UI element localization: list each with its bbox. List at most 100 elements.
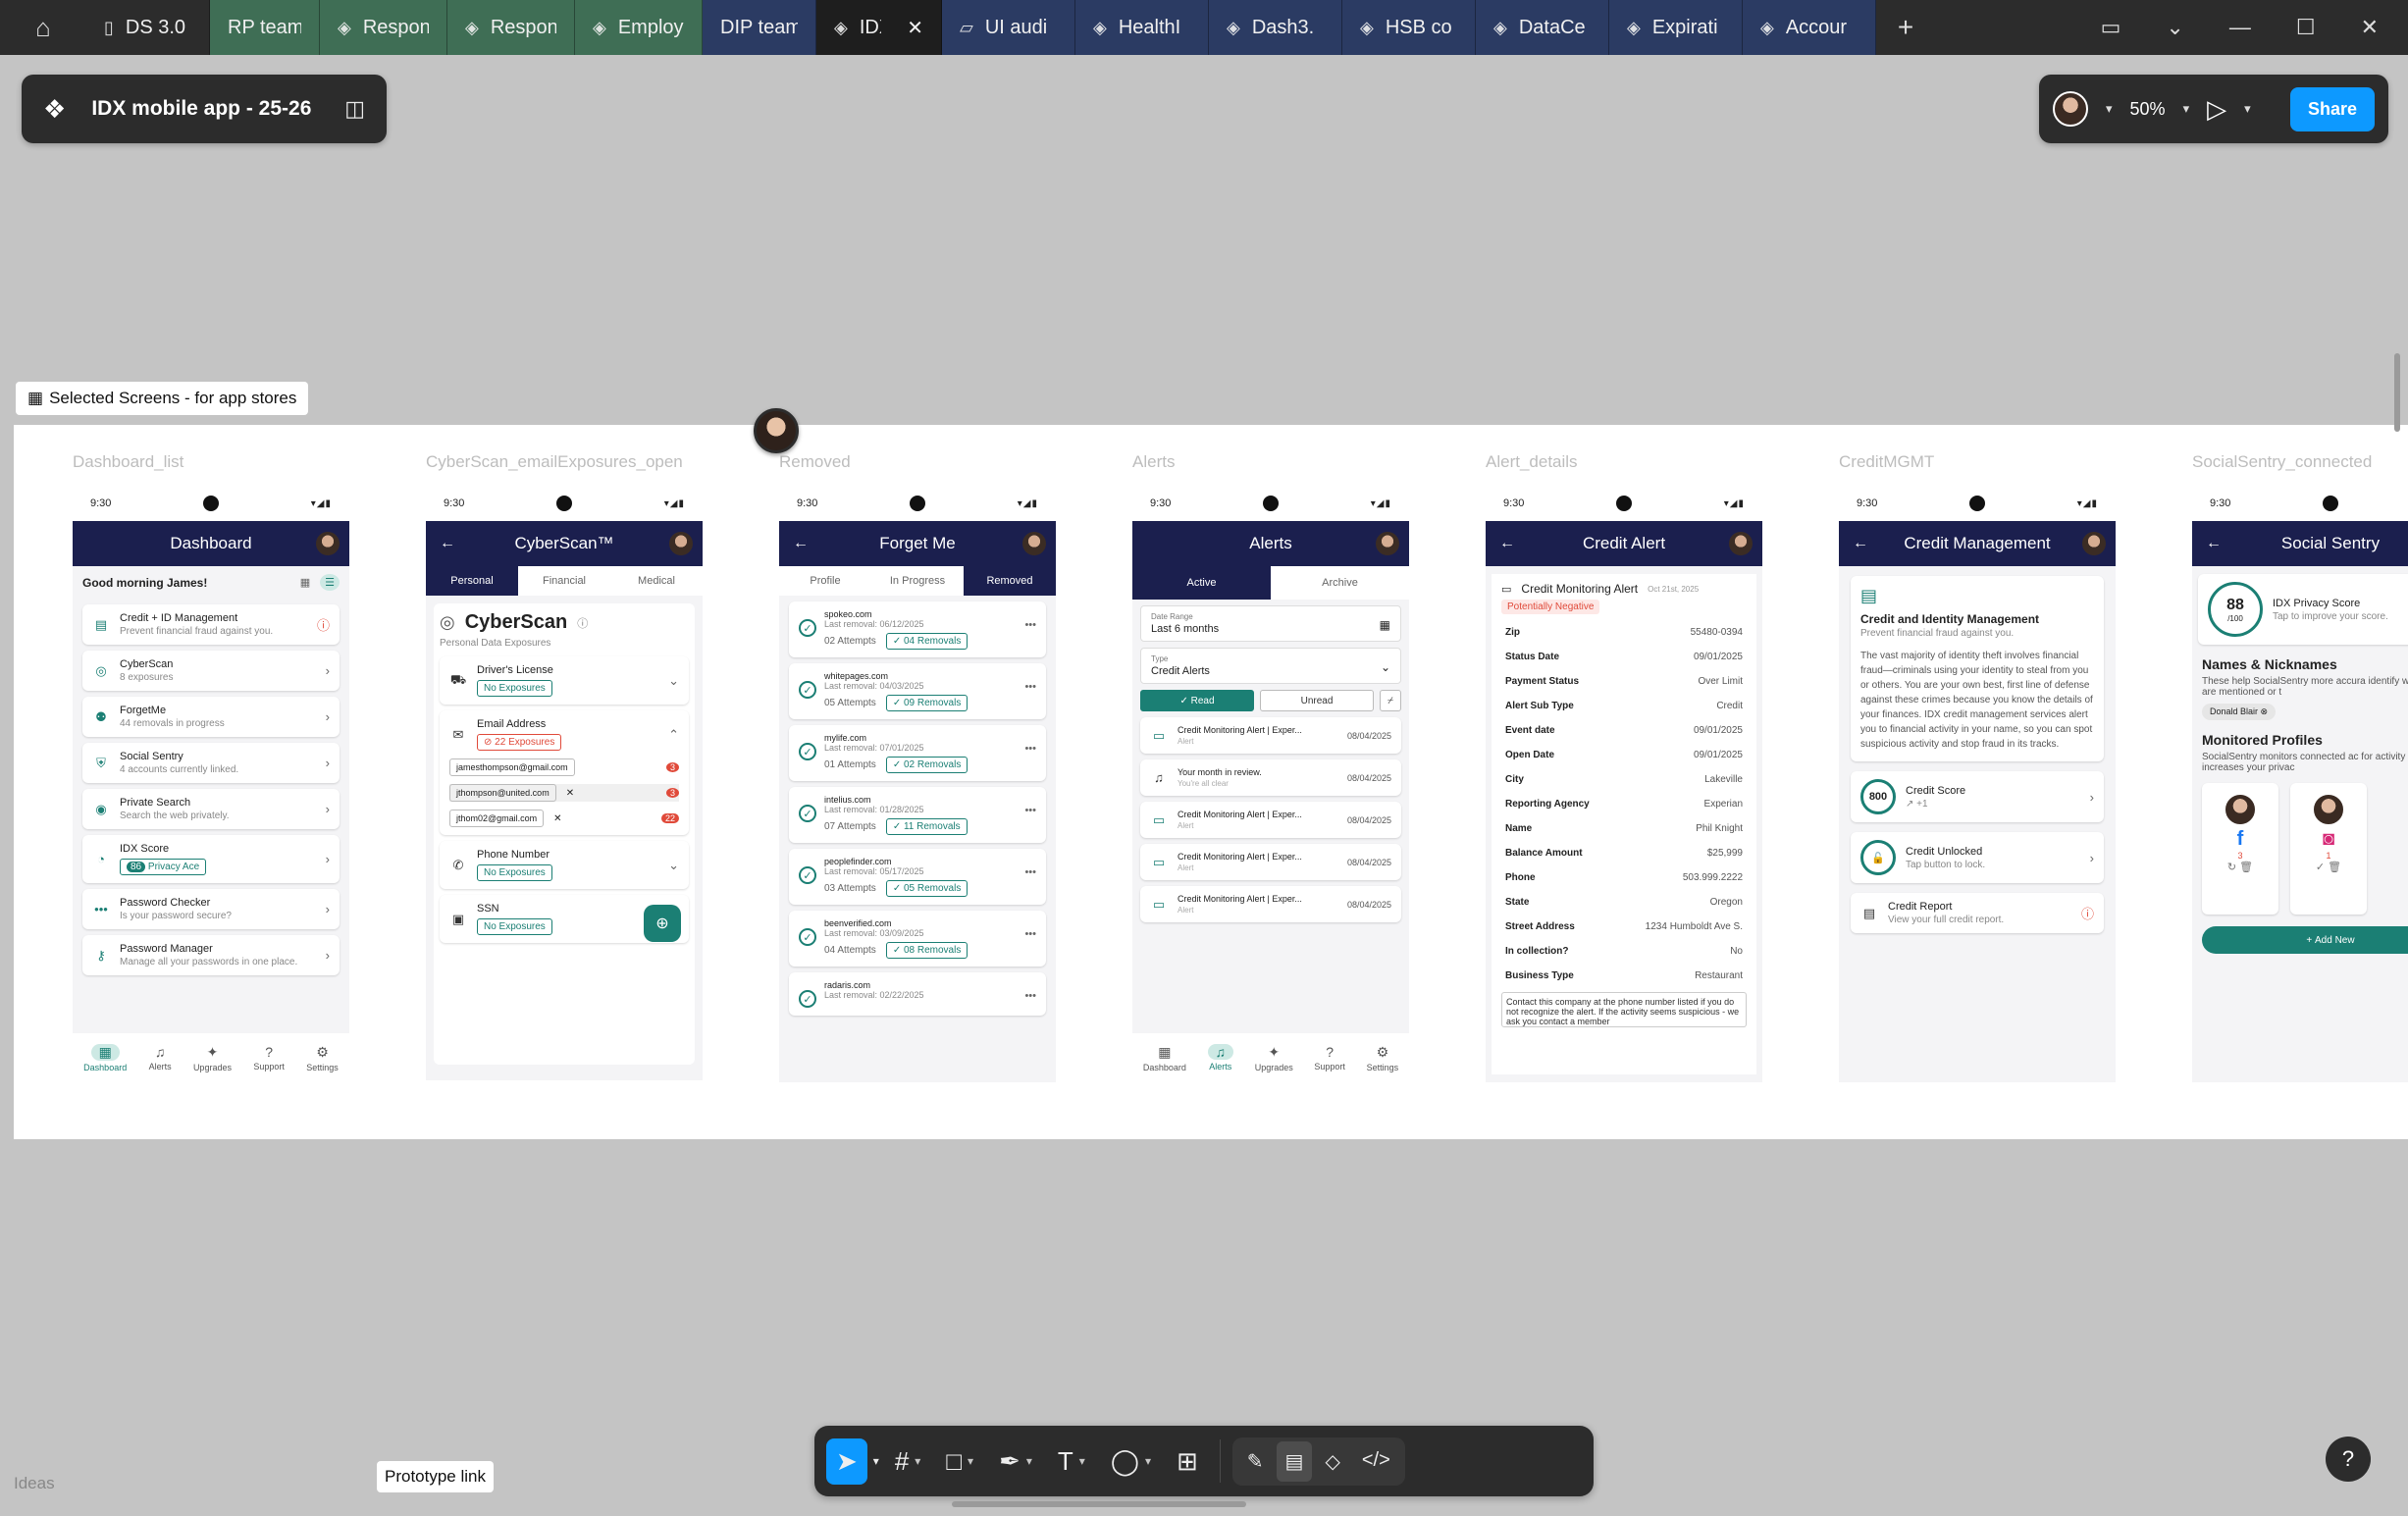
email-entry[interactable]: jthompson@united.com ✕ 3 xyxy=(449,784,679,802)
refresh-icon[interactable]: ↻ xyxy=(2227,862,2236,873)
tab-respon-1[interactable]: ◈ Respon xyxy=(320,0,447,55)
tab-hsb[interactable]: ◈ HSB co xyxy=(1342,0,1476,55)
alert-item[interactable]: ▭ Credit Monitoring Alert | Exper... Alert… xyxy=(1140,886,1401,922)
tab-rp-team[interactable]: RP team xyxy=(210,0,320,55)
maximize-icon[interactable]: ☐ xyxy=(2296,15,2316,40)
frame-title-dashboard[interactable]: Dashboard_list xyxy=(73,452,183,472)
shape-tool[interactable]: □ ▾ xyxy=(936,1438,983,1485)
dash-item-private-search[interactable]: ◉ Private Search Search the web privately.… xyxy=(82,789,340,829)
tab-active[interactable]: Active xyxy=(1132,566,1271,600)
frame-tool[interactable]: # ▾ xyxy=(885,1438,931,1485)
credit-report-card[interactable]: ▤ Credit Report View your full credit repo… xyxy=(1851,893,2104,933)
draw-mode-icon[interactable]: ✎ xyxy=(1238,1441,1273,1482)
privacy-score-card[interactable]: 88/100 IDX Privacy Score Tap to improve yo… xyxy=(2198,574,2408,645)
dash-item-idx-score[interactable]: ◔ IDX Score 86 Privacy Ace › xyxy=(82,835,340,883)
email-entry[interactable]: jamesthompson@gmail.com 3 xyxy=(449,758,679,776)
more-icon[interactable]: ••• xyxy=(1024,928,1036,940)
close-tab-icon[interactable]: ✕ xyxy=(907,16,923,40)
tab-expirati[interactable]: ◈ Expirati xyxy=(1609,0,1743,55)
more-icon[interactable]: ••• xyxy=(1024,866,1036,878)
avatar[interactable] xyxy=(1022,532,1046,555)
back-arrow-icon[interactable]: ← xyxy=(1499,535,1515,552)
text-tool[interactable]: T ▾ xyxy=(1048,1438,1095,1485)
tab-respon-2[interactable]: ◈ Respon xyxy=(447,0,575,55)
more-icon[interactable]: ••• xyxy=(1024,743,1036,755)
more-icon[interactable]: ••• xyxy=(1024,681,1036,693)
nav-settings[interactable]: ⚙ Settings xyxy=(1367,1044,1399,1072)
vertical-scrollbar[interactable] xyxy=(2394,353,2400,432)
more-icon[interactable]: ••• xyxy=(1024,805,1036,816)
facebook-profile-card[interactable]: f 3 ↻ 🗑 xyxy=(2202,783,2278,915)
frame-title-social[interactable]: SocialSentry_connected xyxy=(2192,452,2372,472)
phone-social-sentry[interactable]: 9:30▾◢▮ ←Social Sentry 88/100IDX Privacy… xyxy=(2192,486,2408,1082)
list-view-icon[interactable]: ☰ xyxy=(320,574,340,591)
removal-item[interactable]: ✓ peoplefinder.com Last removal: 05/17/202… xyxy=(789,849,1046,905)
close-icon[interactable]: ⊗ xyxy=(2261,706,2269,716)
phone-credit-mgmt[interactable]: 9:30 ▾◢▮ ← Credit Management ▤ Credit and … xyxy=(1839,486,2116,1082)
dash-item-credit[interactable]: ▤ Credit + ID Management Prevent financial… xyxy=(82,604,340,645)
credit-lock-card[interactable]: 🔓 Credit Unlocked Tap button to lock. › xyxy=(1851,832,2104,883)
instagram-profile-card[interactable]: ◙ 1 ✓ 🗑 xyxy=(2290,783,2367,915)
close-window-icon[interactable]: ✕ xyxy=(2361,15,2379,40)
chevron-down-icon[interactable]: ⌄ xyxy=(2166,15,2183,40)
new-tab-icon[interactable]: + xyxy=(1876,0,1935,55)
tab-profile[interactable]: Profile xyxy=(779,566,871,596)
figma-menu-icon[interactable]: ❖ xyxy=(43,94,66,125)
back-arrow-icon[interactable]: ← xyxy=(1853,535,1868,552)
dash-item-forgetme[interactable]: ⚉ ForgetMe 44 removals in progress › xyxy=(82,697,340,737)
avatar[interactable] xyxy=(1729,532,1753,555)
avatar[interactable] xyxy=(1376,532,1399,555)
nav-alerts[interactable]: ♫ Alerts xyxy=(149,1044,172,1072)
email-entry[interactable]: jthom02@gmail.com ✕ 22 xyxy=(449,810,679,827)
frame-title-alert-details[interactable]: Alert_details xyxy=(1486,452,1578,472)
add-fab-button[interactable]: ⊕ xyxy=(644,905,681,942)
phone-card[interactable]: ✆ Phone Number No Exposures ⌄ xyxy=(440,841,689,889)
removal-item[interactable]: ✓ mylife.com Last removal: 07/01/2025 01 At… xyxy=(789,725,1046,781)
date-range-field[interactable]: Date Range Last 6 months ▦ xyxy=(1140,605,1401,642)
tab-health[interactable]: ◈ HealthI xyxy=(1075,0,1209,55)
trash-icon[interactable]: 🗑 xyxy=(2239,862,2253,873)
pen-tool[interactable]: ✒ ▾ xyxy=(989,1438,1042,1485)
tab-idx[interactable]: ◈IDX✕ xyxy=(816,0,942,55)
nav-dashboard[interactable]: ▦ Dashboard xyxy=(1143,1044,1186,1072)
phone-dashboard[interactable]: 9:30 ▾◢▮ Dashboard Good morning James! ▦ … xyxy=(73,486,349,1082)
add-new-button[interactable]: + Add New xyxy=(2202,926,2408,954)
offline-icon[interactable]: ▭ xyxy=(2101,15,2121,40)
move-tool[interactable]: ➤ xyxy=(826,1438,867,1485)
info-icon[interactable]: ⓘ xyxy=(577,615,588,631)
name-chip[interactable]: Donald Blair ⊗ xyxy=(2202,704,2277,720)
avatar[interactable] xyxy=(2082,532,2106,555)
more-icon[interactable]: ••• xyxy=(1024,990,1036,1002)
avatar[interactable] xyxy=(316,532,340,555)
phone-credit-alert[interactable]: 9:30 ▾◢▮ ← Credit Alert ▭ Credit Monitoring… xyxy=(1486,486,1762,1082)
chevron-down-icon[interactable]: ▾ xyxy=(2183,101,2190,117)
back-arrow-icon[interactable]: ← xyxy=(2206,535,2222,552)
trash-icon[interactable]: 🗑 xyxy=(2328,862,2341,873)
actions-tool[interactable]: ⊞ xyxy=(1167,1438,1208,1485)
dev-mode-icon[interactable]: </> xyxy=(1353,1441,1399,1482)
phone-alerts[interactable]: 9:30 ▾◢▮ Alerts Active Archive Date Range… xyxy=(1132,486,1409,1082)
frame-title-alerts[interactable]: Alerts xyxy=(1132,452,1175,472)
component-icon[interactable]: ◇ xyxy=(1316,1441,1348,1482)
alert-item[interactable]: ▭ Credit Monitoring Alert | Exper... Alert… xyxy=(1140,717,1401,754)
type-select[interactable]: Type Credit Alerts ⌄ xyxy=(1140,648,1401,684)
tab-in-progress[interactable]: In Progress xyxy=(871,566,964,596)
removal-item[interactable]: ✓ whitepages.com Last removal: 04/03/2025 0… xyxy=(789,663,1046,719)
credit-score-card[interactable]: 800 Credit Score ↗ +1 › xyxy=(1851,771,2104,822)
dash-item-social-sentry[interactable]: ⛨ Social Sentry 4 accounts currently linke… xyxy=(82,743,340,783)
tab-employ[interactable]: ◈ Employ xyxy=(575,0,703,55)
chevron-down-icon[interactable]: ▾ xyxy=(873,1454,879,1468)
frame-title-removed[interactable]: Removed xyxy=(779,452,851,472)
removal-item[interactable]: ✓ spokeo.com Last removal: 06/12/2025 02 At… xyxy=(789,601,1046,657)
tab-ds30[interactable]: ▯ DS 3.0 xyxy=(86,0,210,55)
frame-title-credit[interactable]: CreditMGMT xyxy=(1839,452,1934,472)
chevron-up-icon[interactable]: ⌃ xyxy=(668,727,679,743)
alert-item[interactable]: ▭ Credit Monitoring Alert | Exper... Alert… xyxy=(1140,802,1401,838)
phone-forgetme[interactable]: 9:30 ▾◢▮ ← Forget Me Profile In Progress R… xyxy=(779,486,1056,1082)
tab-archive[interactable]: Archive xyxy=(1271,566,1409,600)
sidebar-toggle-icon[interactable]: ◫ xyxy=(344,96,365,122)
nav-support[interactable]: ? Support xyxy=(1314,1044,1345,1072)
nav-upgrades[interactable]: ✦ Upgrades xyxy=(193,1044,232,1072)
tab-accour[interactable]: ◈ Accour xyxy=(1743,0,1876,55)
email-card[interactable]: ✉ Email Address ⊘ 22 Exposures ⌃ jamesthomp… xyxy=(440,710,689,835)
